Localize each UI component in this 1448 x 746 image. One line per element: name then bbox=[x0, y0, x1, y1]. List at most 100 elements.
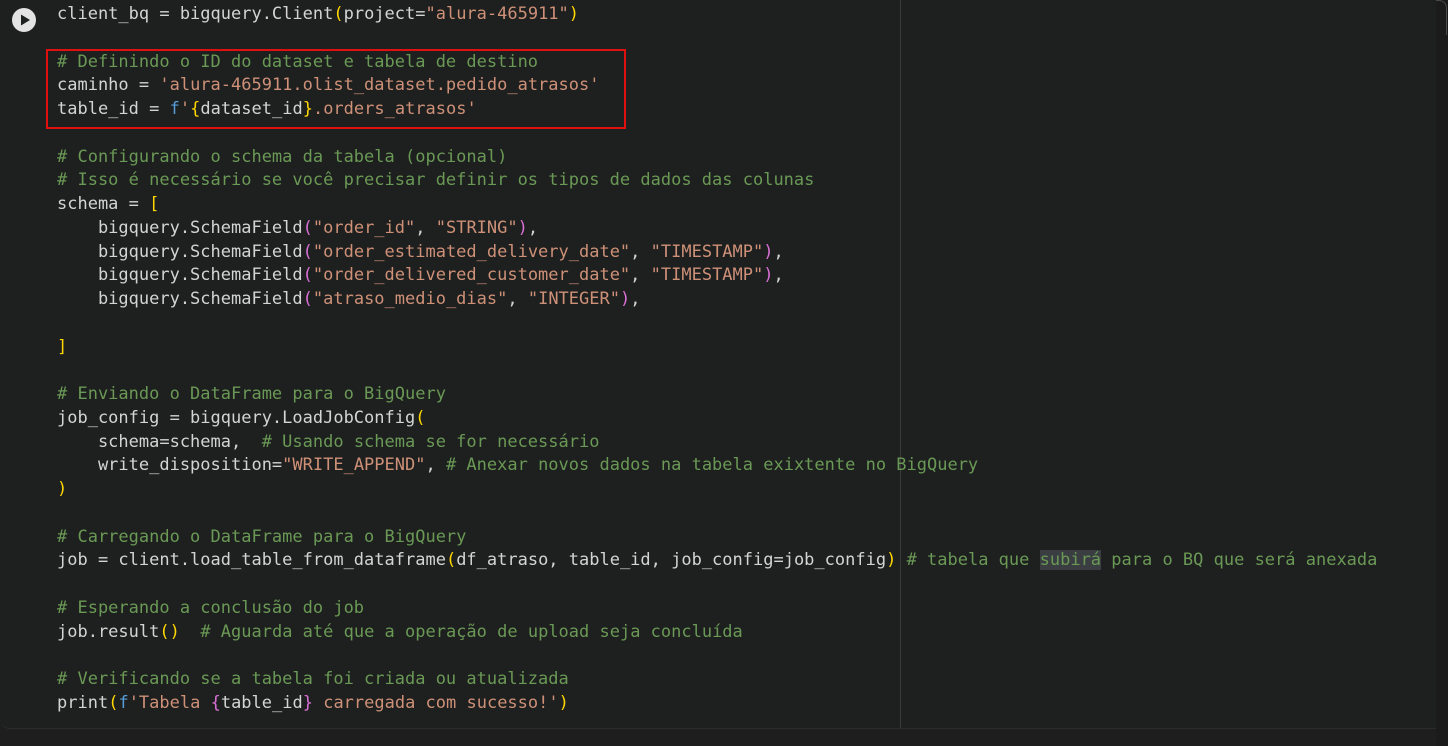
scroll-corner bbox=[1436, 0, 1447, 35]
code-token: { bbox=[210, 692, 221, 713]
code-line: job.result() # Aguarda até que a operaçã… bbox=[57, 621, 1377, 645]
code-token: ( bbox=[302, 241, 313, 262]
code-line: # Enviando o DataFrame para o BigQuery bbox=[57, 383, 1377, 407]
code-token: , bbox=[630, 289, 641, 309]
code-token: table_id bbox=[220, 692, 303, 713]
code-token: # Enviando o DataFrame para o BigQuery bbox=[57, 384, 446, 404]
code-token: , bbox=[773, 265, 784, 286]
code-token: ) bbox=[763, 241, 774, 262]
code-line: caminho = 'alura-465911.olist_dataset.pe… bbox=[57, 74, 1377, 98]
code-token: ( bbox=[302, 289, 313, 309]
code-line: write_disposition="WRITE_APPEND", # Anex… bbox=[57, 454, 1377, 478]
code-token: ) bbox=[886, 550, 897, 571]
code-token: job = client.load_table_from_dataframe bbox=[57, 550, 446, 571]
code-token: schema=schema, bbox=[57, 431, 262, 452]
code-line: client_bq = bigquery.Client(project="alu… bbox=[57, 3, 1377, 27]
code-token: carregada com sucesso!' bbox=[312, 692, 559, 713]
play-icon bbox=[21, 14, 30, 26]
code-token: () bbox=[159, 621, 180, 642]
code-token: ( bbox=[302, 217, 313, 238]
run-cell-button[interactable] bbox=[12, 8, 36, 32]
code-editor[interactable]: client_bq = bigquery.Client ( project="alu… bbox=[57, 3, 1377, 716]
code-token: # Anexar novos dados na tabela exixtente… bbox=[445, 455, 979, 476]
code-line: job_config = bigquery.LoadJobConfig( bbox=[57, 407, 1377, 431]
code-line: # Definindo o ID do dataset e tabela de … bbox=[57, 51, 1377, 75]
code-line: bigquery.SchemaField("order_id", "STRING… bbox=[57, 217, 1377, 241]
code-line: bigquery.SchemaField("order_estimated_de… bbox=[57, 241, 1377, 265]
code-token: , bbox=[527, 217, 539, 238]
code-token: "alura-465911" bbox=[425, 4, 569, 24]
code-token: bigquery.SchemaField bbox=[57, 241, 303, 262]
code-token: "WRITE_APPEND" bbox=[282, 455, 426, 476]
code-line: ] bbox=[57, 336, 1377, 360]
code-line: print(f'Tabela {table_id} carregada com … bbox=[57, 692, 1377, 716]
code-token: para o BQ que será anexada bbox=[1101, 550, 1378, 571]
code-token: ( bbox=[302, 265, 313, 286]
code-line: bigquery.SchemaField("atraso_medio_dias"… bbox=[57, 288, 1377, 312]
code-token: # Esperando a conclusão do job bbox=[57, 597, 365, 618]
code-token: bigquery.SchemaField bbox=[57, 289, 303, 309]
code-line: # Verificando se a tabela foi criada ou … bbox=[57, 668, 1377, 692]
code-token: , bbox=[425, 455, 446, 476]
code-line: # Configurando o schema da tabela (opcio… bbox=[57, 146, 1377, 170]
code-token: f bbox=[118, 692, 129, 713]
code-token: [ bbox=[149, 194, 160, 214]
code-line: schema = [ bbox=[57, 193, 1377, 217]
code-token: ) bbox=[57, 479, 68, 499]
code-token: 'alura-465911.olist_dataset.pedido_atras… bbox=[159, 75, 600, 96]
code-token: "order_estimated_delivery_date" bbox=[312, 241, 631, 262]
code-line: table_id = f'{dataset_id}.orders_atrasos… bbox=[57, 98, 1377, 122]
code-token: ( bbox=[445, 550, 457, 571]
code-token: f bbox=[169, 99, 180, 119]
code-token: ) bbox=[517, 217, 528, 238]
code-line: schema=schema, # Usando schema se for ne… bbox=[57, 431, 1377, 455]
code-token: job.result bbox=[57, 621, 160, 642]
code-token: } bbox=[302, 692, 313, 713]
code-token: } bbox=[302, 99, 313, 119]
code-token: , bbox=[507, 289, 528, 309]
code-line: # Carregando o DataFrame para o BigQuery bbox=[57, 526, 1377, 550]
code-token: "STRING" bbox=[435, 217, 518, 238]
code-token: table_id = bbox=[57, 99, 170, 119]
code-token: ( bbox=[415, 407, 426, 428]
code-token: ( bbox=[108, 692, 119, 713]
code-token: dataset_id bbox=[200, 99, 303, 119]
code-token: # Definindo o ID do dataset e tabela de … bbox=[57, 51, 539, 72]
code-token: client_bq = bigquery.Client bbox=[57, 4, 334, 24]
code-token: bigquery.SchemaField bbox=[57, 217, 303, 238]
code-token: , bbox=[630, 241, 651, 262]
code-token: project= bbox=[343, 4, 426, 24]
code-token: print bbox=[57, 692, 109, 713]
code-token: schema = bbox=[57, 194, 150, 214]
code-token: # tabela que bbox=[906, 550, 1040, 571]
code-token: job_config = bigquery.LoadJobConfig bbox=[57, 407, 416, 428]
code-token: # Configurando o schema da tabela (opcio… bbox=[57, 146, 508, 167]
right-gutter bbox=[1436, 0, 1448, 746]
code-token: , bbox=[773, 241, 784, 262]
code-token: # Isso é necessário se você precisar def… bbox=[57, 170, 815, 191]
code-token: .orders_atrasos' bbox=[312, 99, 477, 119]
code-token: "INTEGER" bbox=[527, 289, 620, 309]
code-token: df_atraso, table_id, job_config=job_conf… bbox=[456, 550, 887, 571]
code-line: bigquery.SchemaField("order_delivered_cu… bbox=[57, 264, 1377, 288]
code-token: subirá bbox=[1039, 550, 1102, 571]
code-token: # Aguarda até que a operação de upload s… bbox=[200, 621, 743, 642]
code-token: , bbox=[630, 265, 651, 286]
code-token: "order_id" bbox=[312, 217, 416, 238]
code-cell[interactable]: client_bq = bigquery.Client ( project="alu… bbox=[0, 0, 1436, 729]
code-token: ) bbox=[558, 692, 569, 713]
code-token: ) bbox=[763, 265, 774, 286]
code-token: ) bbox=[619, 289, 631, 309]
code-token: write_disposition= bbox=[57, 455, 283, 476]
code-token: 'Tabela bbox=[128, 692, 211, 713]
code-line: ) bbox=[57, 478, 1377, 502]
code-token: { bbox=[190, 99, 201, 119]
code-token: # Carregando o DataFrame para o BigQuery bbox=[57, 526, 467, 547]
code-line: job = client.load_table_from_dataframe(d… bbox=[57, 549, 1377, 573]
